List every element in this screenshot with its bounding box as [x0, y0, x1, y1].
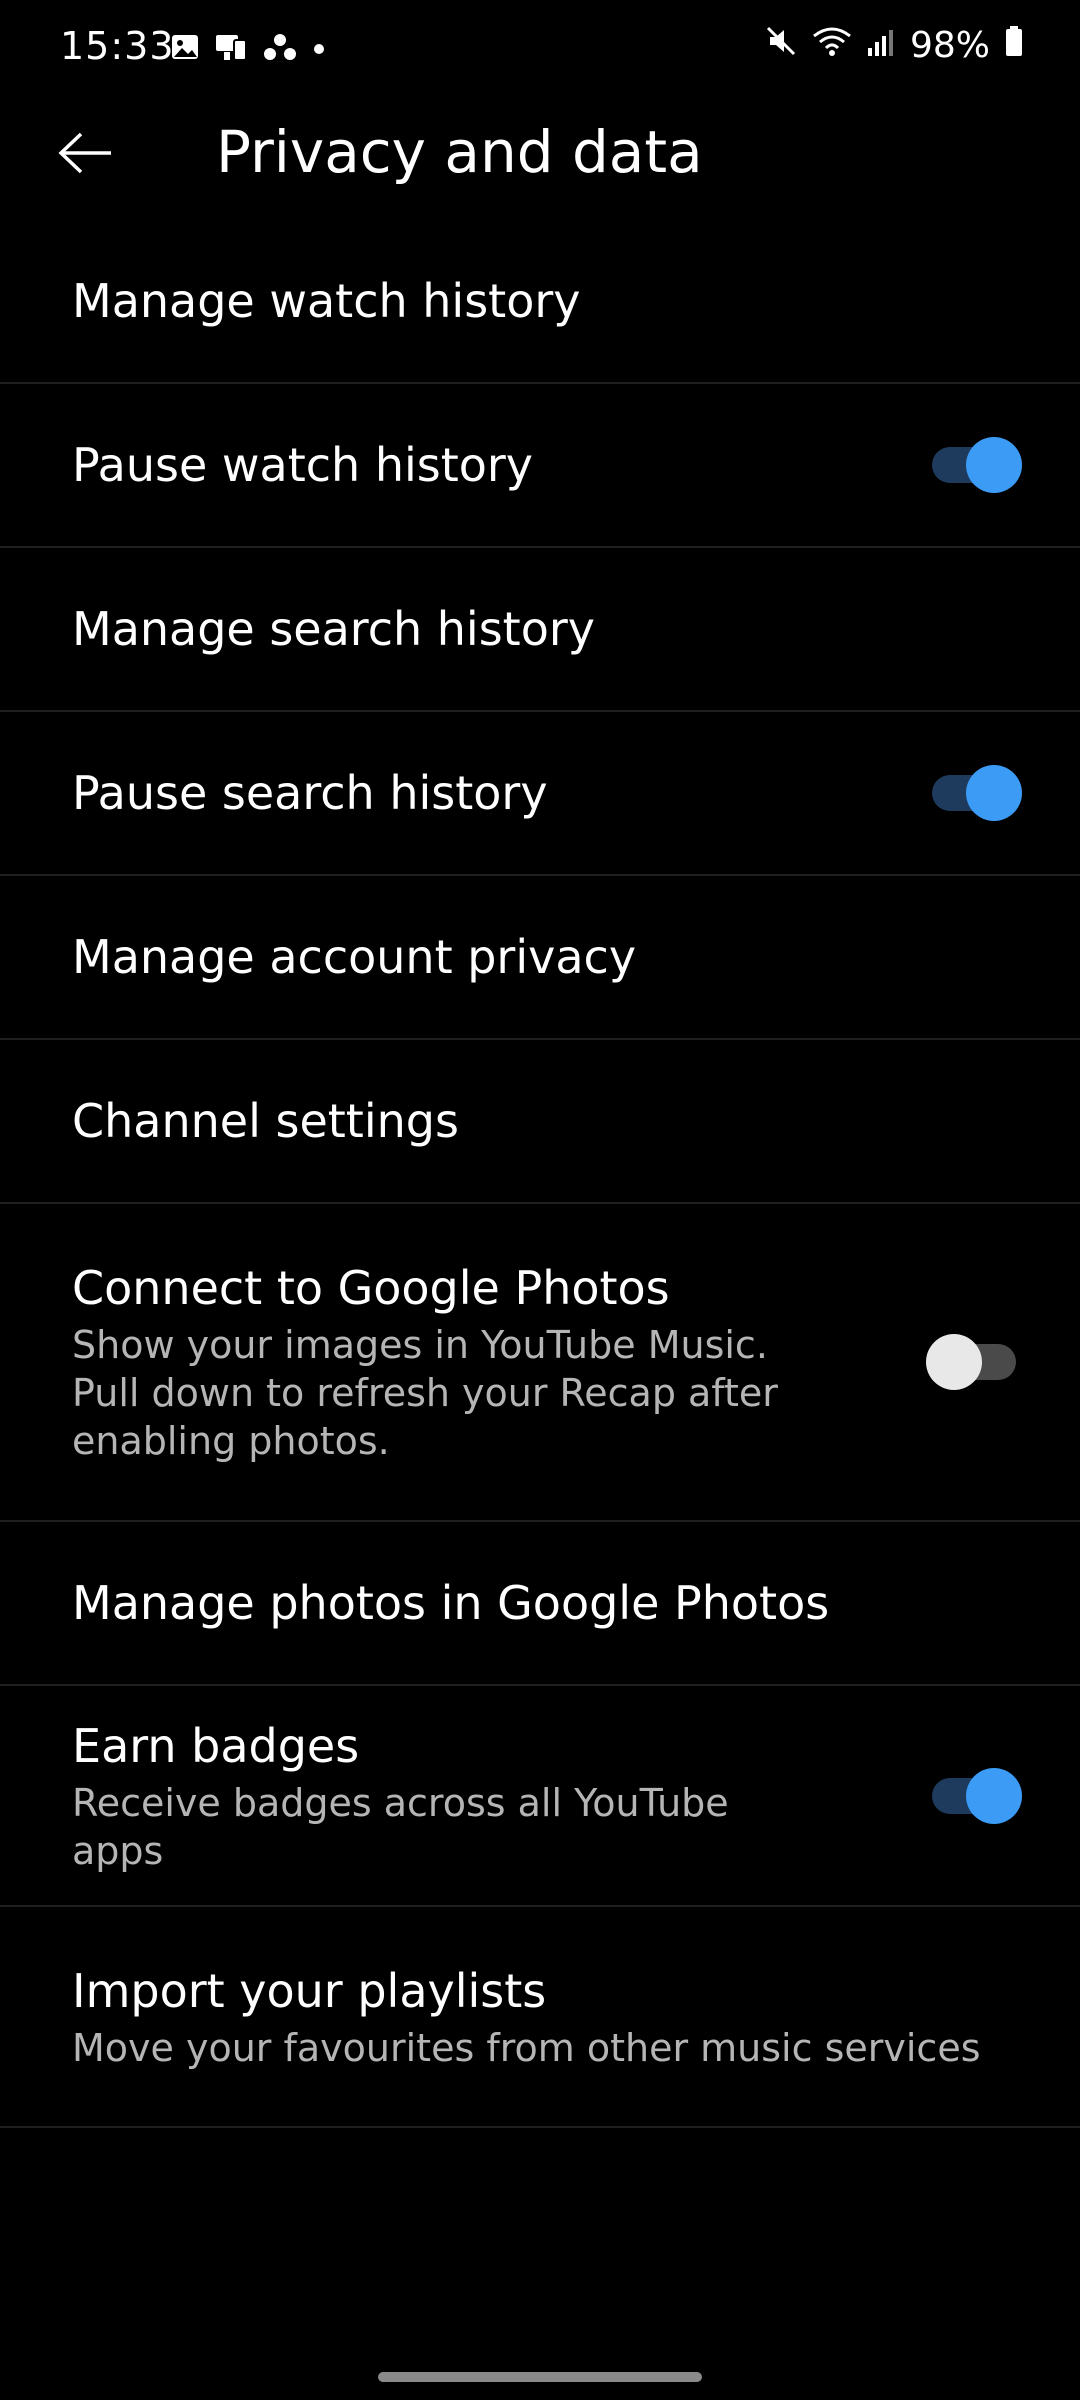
setting-manage-search-history[interactable]: Manage search history [0, 548, 1080, 712]
pause-search-history-toggle[interactable] [926, 765, 1022, 821]
setting-title: Pause watch history [72, 438, 534, 492]
dot-icon [312, 32, 326, 66]
setting-title: Earn badges [72, 1718, 360, 1773]
page-title: Privacy and data [216, 118, 703, 186]
setting-title: Manage search history [72, 602, 595, 656]
setting-title: Manage photos in Google Photos [72, 1576, 830, 1630]
signal-icon [866, 24, 896, 67]
setting-import-playlists[interactable]: Import your playlists Move your favourit… [0, 1907, 1080, 2128]
battery-percentage: 98% [909, 25, 990, 66]
wifi-icon [812, 24, 852, 67]
back-button[interactable] [50, 120, 120, 190]
pause-watch-history-toggle[interactable] [926, 437, 1022, 493]
toggle-thumb [966, 1767, 1022, 1824]
setting-connect-google-photos[interactable]: Connect to Google Photos Show your image… [0, 1204, 1080, 1522]
setting-subtitle: Show your images in YouTube Music. Pull … [72, 1323, 778, 1463]
gallery-icon [170, 32, 200, 66]
connect-google-photos-toggle[interactable] [926, 1334, 1022, 1390]
home-indicator[interactable] [378, 2372, 702, 2382]
setting-pause-watch-history[interactable]: Pause watch history [0, 384, 1080, 548]
setting-pause-search-history[interactable]: Pause search history [0, 712, 1080, 876]
setting-manage-photos-google-photos[interactable]: Manage photos in Google Photos [0, 1522, 1080, 1686]
setting-manage-account-privacy[interactable]: Manage account privacy [0, 876, 1080, 1040]
setting-title: Manage watch history [72, 274, 581, 328]
setting-title: Pause search history [72, 766, 548, 820]
setting-channel-settings[interactable]: Channel settings [0, 1040, 1080, 1204]
toggle-thumb [966, 437, 1022, 493]
battery-icon [1004, 24, 1024, 67]
app-bar: Privacy and data [0, 100, 1080, 210]
setting-title: Channel settings [72, 1094, 459, 1148]
status-system-icons: 98% [764, 24, 1024, 67]
arrow-left-icon [57, 131, 113, 179]
setting-subtitle: Move your favourites from other music se… [72, 2025, 981, 2070]
setting-subtitle: Receive badges across all YouTube apps [72, 1780, 729, 1873]
setting-title: Connect to Google Photos [72, 1261, 670, 1315]
dots-cluster-icon [262, 32, 298, 66]
toggle-thumb [926, 1334, 982, 1390]
setting-title: Import your playlists [72, 1963, 547, 2018]
earn-badges-toggle[interactable] [926, 1767, 1022, 1824]
settings-list: Manage watch history Pause watch history… [0, 220, 1080, 2128]
toggle-thumb [966, 765, 1022, 821]
device-icon [214, 32, 248, 66]
status-notification-icons [170, 32, 326, 66]
status-bar: 15:33 98% [0, 0, 1080, 100]
setting-title: Manage account privacy [72, 930, 637, 984]
mute-icon [764, 24, 798, 67]
setting-earn-badges[interactable]: Earn badges Receive badges across all Yo… [0, 1686, 1080, 1907]
status-time: 15:33 [60, 24, 175, 68]
setting-manage-watch-history[interactable]: Manage watch history [0, 220, 1080, 384]
